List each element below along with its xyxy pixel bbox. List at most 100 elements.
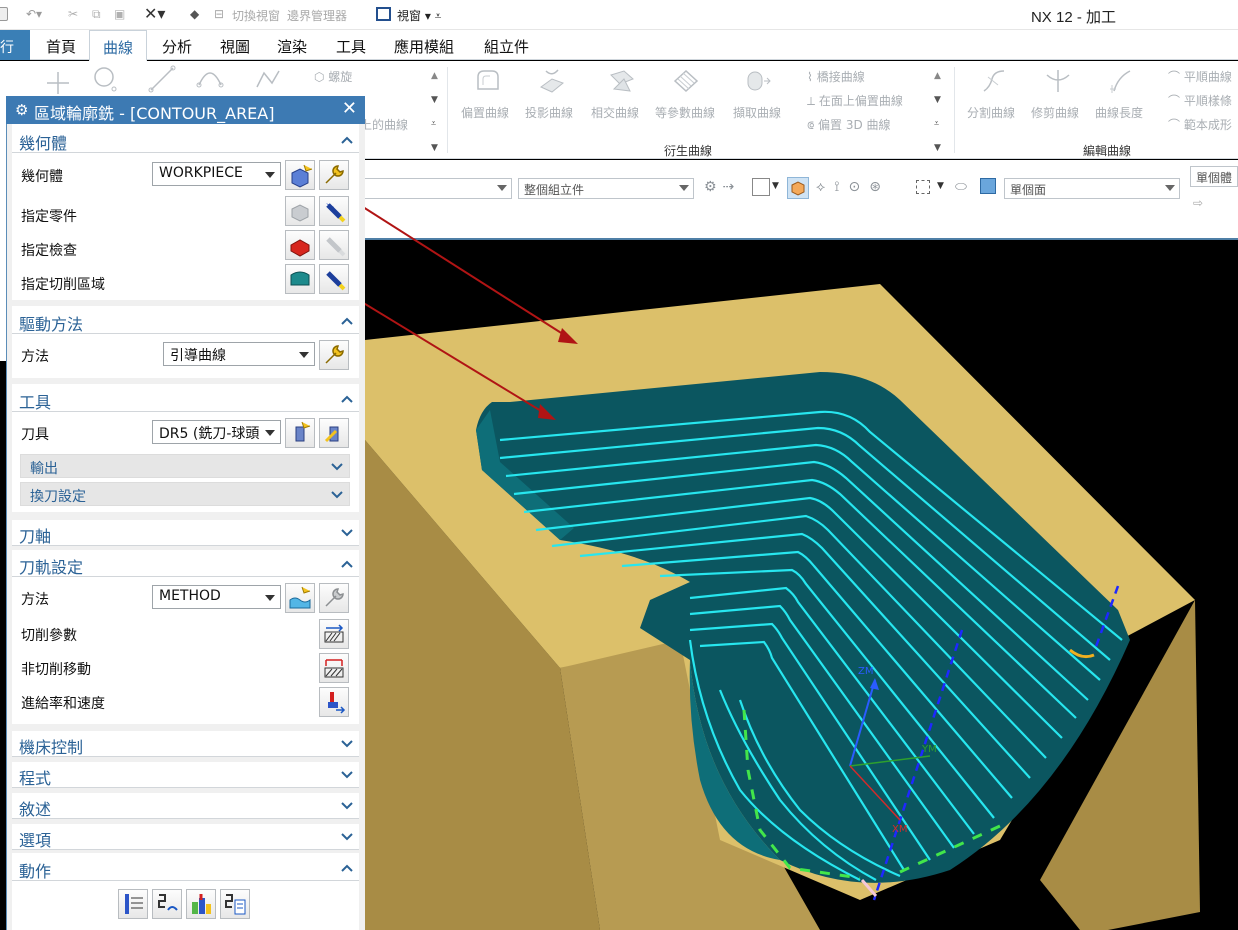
delete-icon[interactable]: ✕▾	[144, 4, 165, 23]
line-icon[interactable]	[148, 65, 176, 93]
verify-button[interactable]	[186, 889, 216, 919]
tab-assemblies[interactable]: 組立件	[484, 36, 529, 57]
path-section-header[interactable]: 刀軌設定	[12, 551, 359, 577]
new-method-button[interactable]	[285, 583, 315, 613]
tool-dropdown[interactable]: DR5 (銑刀-球頭	[152, 420, 281, 444]
path-method-dropdown[interactable]: METHOD	[152, 585, 281, 609]
tab-analysis[interactable]: 分析	[162, 36, 192, 57]
close-icon[interactable]: ✕	[342, 98, 357, 119]
select-part-button[interactable]	[285, 196, 315, 226]
list-button[interactable]	[220, 889, 250, 919]
edit-tool-button[interactable]	[319, 418, 349, 448]
cut-params-button[interactable]	[319, 619, 349, 649]
geometry-section-header[interactable]: 幾何體	[12, 127, 359, 153]
generate-button[interactable]	[118, 889, 148, 919]
isoparametric-curve-button[interactable]: 等參數曲線	[655, 104, 715, 121]
machine-control-section-header[interactable]: 機床控制	[12, 731, 359, 757]
body-select-icon[interactable]	[980, 178, 996, 194]
divide-curve-icon[interactable]	[980, 67, 1008, 95]
snap-point-icon[interactable]	[752, 178, 770, 196]
body-rule-dropdown[interactable]: 單個體	[1190, 166, 1238, 187]
non-cut-moves-button[interactable]	[319, 653, 349, 683]
edit-drive-button[interactable]	[319, 340, 349, 370]
point-icon[interactable]	[44, 69, 72, 97]
project-curve-button[interactable]: 投影曲線	[525, 104, 573, 121]
chevron-down-icon[interactable]	[341, 529, 353, 537]
curve-length-icon[interactable]	[1108, 67, 1136, 95]
rectangle-select-icon[interactable]	[916, 180, 930, 194]
extract-curve-button[interactable]: 擷取曲線	[733, 104, 781, 121]
axis-section-header[interactable]: 刀軸	[12, 520, 359, 546]
isoparametric-curve-icon[interactable]	[672, 67, 700, 95]
intersection-curve-icon[interactable]	[608, 67, 636, 95]
undo-icon[interactable]: ↶▾	[26, 7, 42, 21]
snap-dropdown-icon[interactable]: ▼	[772, 181, 779, 191]
snap-option-icons[interactable]: ⟡⟟⊙⊛	[816, 179, 890, 195]
display-cut-area-button[interactable]	[319, 264, 349, 294]
new-geometry-button[interactable]	[285, 160, 315, 190]
smooth-curve-button[interactable]: ⌒ 平順曲線	[1168, 68, 1232, 85]
project-curve-icon[interactable]	[538, 67, 566, 95]
dialog-title-bar[interactable]: ⚙ 區域輪廓銑 - [CONTOUR_AREA] ✕	[6, 96, 365, 124]
expand-icon[interactable]: ⩡	[431, 119, 436, 129]
scroll-up-icon[interactable]: ▲	[431, 71, 438, 81]
next-arrow-icon[interactable]: ⇨	[1193, 196, 1203, 210]
chevron-up-icon[interactable]	[341, 136, 353, 144]
chevron-down-icon[interactable]	[341, 771, 353, 779]
scroll-down-icon[interactable]: ▼	[431, 95, 438, 105]
display-part-button[interactable]	[319, 196, 349, 226]
tool-change-subsection[interactable]: 換刀設定	[20, 482, 350, 506]
file-tab[interactable]: 行	[0, 30, 30, 60]
boundary-manager-label[interactable]: 邊界管理器	[287, 7, 347, 24]
circle-icon[interactable]	[92, 65, 120, 93]
chevron-down-icon[interactable]	[341, 802, 353, 810]
bridge-curve-button[interactable]: ⌇ 橋接曲線	[807, 68, 865, 85]
switch-view-icon[interactable]: ⊟	[214, 7, 224, 21]
select-check-button[interactable]	[285, 230, 315, 260]
intersection-curve-button[interactable]: 相交曲線	[591, 104, 639, 121]
trim-curve-icon[interactable]	[1044, 67, 1072, 95]
program-section-header[interactable]: 程式	[12, 762, 359, 788]
curve-on-surface-button[interactable]: 上的曲線	[360, 116, 408, 133]
tab-home[interactable]: 首頁	[46, 36, 76, 57]
select-mode-dropdown-icon[interactable]: ▼	[937, 181, 944, 191]
tool-section-header[interactable]: 工具	[12, 386, 359, 412]
switch-view-label[interactable]: 切換視窗	[232, 7, 280, 24]
drive-section-header[interactable]: 驅動方法	[12, 308, 359, 334]
chevron-up-icon[interactable]	[341, 317, 353, 325]
scroll-up-icon[interactable]: ▲	[934, 71, 941, 81]
paste-icon[interactable]: ▣	[114, 7, 125, 21]
offset-curve-button[interactable]: 偏置曲線	[461, 104, 509, 121]
tab-curve[interactable]: 曲線	[89, 30, 147, 61]
arc-icon[interactable]	[196, 65, 224, 93]
chevron-down-icon[interactable]	[331, 491, 343, 499]
helix-button[interactable]: ⬡ 螺旋	[314, 68, 352, 85]
face-rule-dropdown[interactable]: 單個面	[1004, 178, 1180, 199]
chevron-down-icon[interactable]	[331, 463, 343, 471]
chevron-up-icon[interactable]	[341, 560, 353, 568]
chevron-up-icon[interactable]	[341, 395, 353, 403]
tab-render[interactable]: 渲染	[277, 36, 307, 57]
more-icon[interactable]: ▼	[934, 143, 941, 153]
template-shape-button[interactable]: ⌒ 範本成形	[1168, 116, 1232, 133]
new-tool-button[interactable]	[285, 418, 315, 448]
smooth-spline-button[interactable]: ⌒ 平順樣條	[1168, 92, 1232, 109]
edit-geometry-button[interactable]	[319, 160, 349, 190]
scroll-down-icon[interactable]: ▼	[934, 95, 941, 105]
options-section-header[interactable]: 選項	[12, 824, 359, 850]
offset-curve-icon[interactable]	[474, 67, 502, 95]
copy-icon[interactable]: ⧉	[92, 7, 101, 22]
offset-in-face-button[interactable]: ⟂ 在面上偏置曲線	[807, 92, 903, 109]
expand-icon[interactable]: ⩡	[934, 119, 939, 129]
tab-applications[interactable]: 應用模組	[394, 36, 454, 57]
select-cut-area-button[interactable]	[285, 264, 315, 294]
description-section-header[interactable]: 敘述	[12, 793, 359, 819]
more-icon[interactable]: ▼	[431, 143, 438, 153]
tab-view[interactable]: 視圖	[220, 36, 250, 57]
actions-section-header[interactable]: 動作	[12, 855, 359, 881]
repeat-icon[interactable]: ◆	[190, 7, 199, 21]
replay-button[interactable]	[152, 889, 182, 919]
chevron-down-icon[interactable]	[341, 833, 353, 841]
save-icon[interactable]	[0, 7, 8, 21]
cut-icon[interactable]: ✂	[68, 7, 78, 21]
